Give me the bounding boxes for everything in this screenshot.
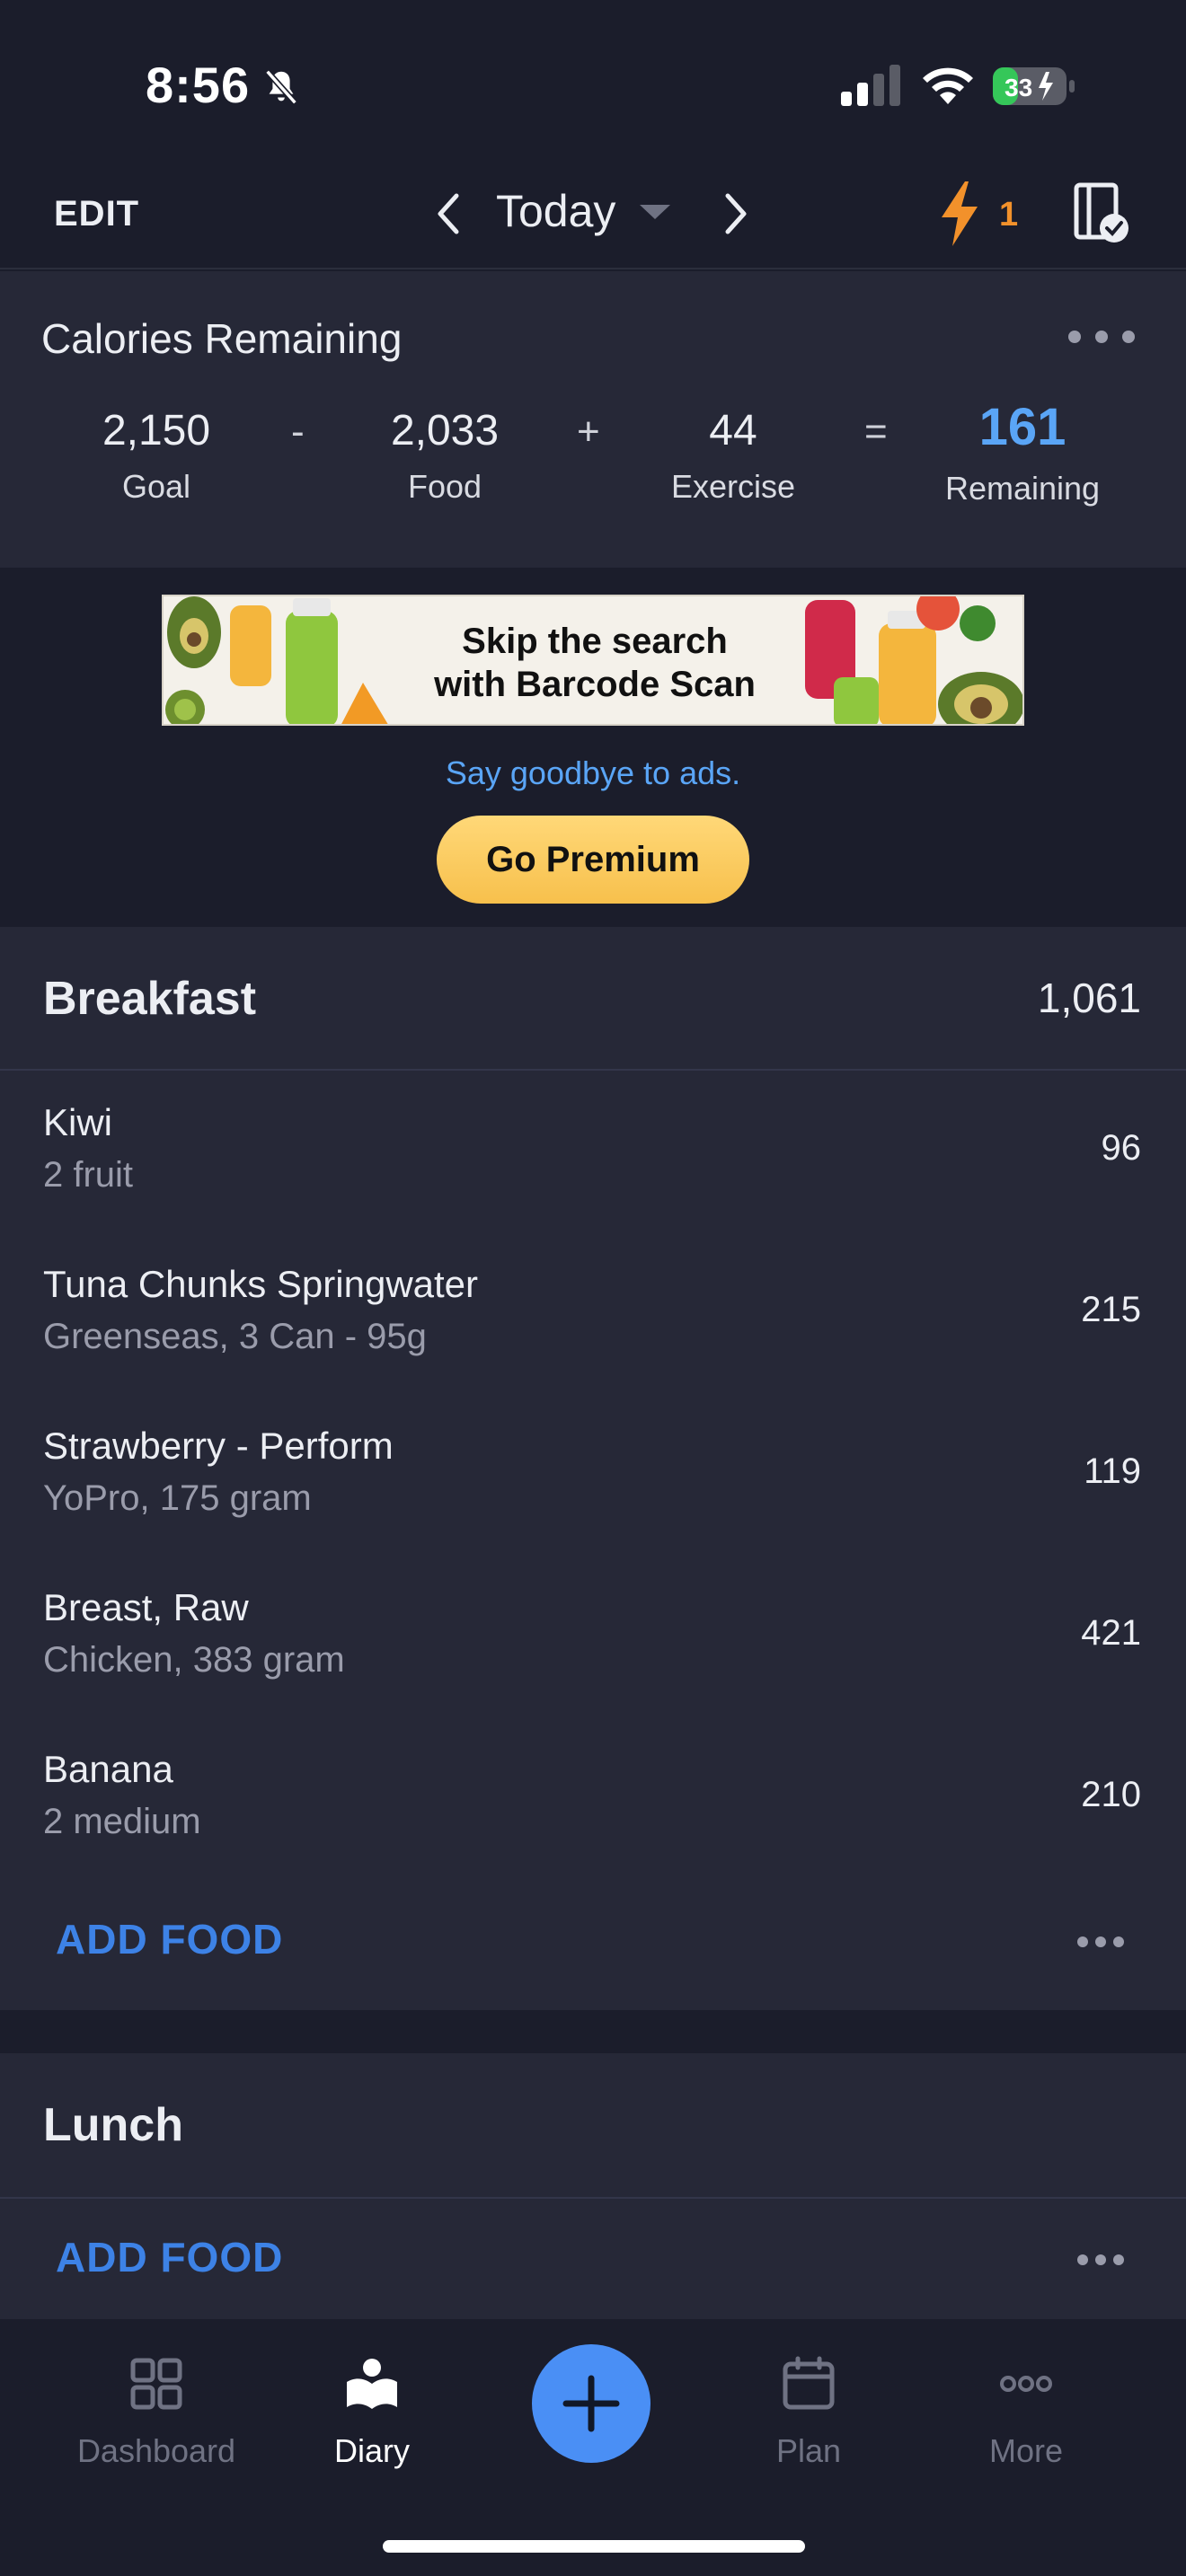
goal-label: Goal (121, 468, 191, 505)
breakfast-total: 1,061 (1037, 975, 1141, 1021)
lightning-bolt-icon[interactable] (934, 180, 985, 248)
goal-value: 2,150 (102, 407, 211, 454)
remove-ads-link[interactable]: Say goodbye to ads. (0, 754, 1186, 792)
tab-more[interactable]: More (918, 2355, 1134, 2470)
next-day-chevron-icon[interactable] (717, 189, 755, 239)
status-time: 8:56 (146, 57, 251, 113)
food-detail: YoPro, 175 gram (43, 1478, 312, 1518)
food-detail: Greenseas, 3 Can - 95g (43, 1317, 427, 1356)
lunch-add-row: ADD FOOD (0, 2199, 1186, 2325)
food-entry-chicken-breast[interactable]: Breast, Raw Chicken, 383 gram 421 (0, 1556, 1186, 1717)
tab-diary-label: Diary (333, 2432, 410, 2469)
streak-count[interactable]: 1 (999, 196, 1018, 234)
food-calories: 119 (1084, 1451, 1141, 1491)
lunch-add-food-button[interactable]: ADD FOOD (56, 2233, 283, 2281)
tab-diary[interactable]: Diary (264, 2355, 480, 2470)
diary-top-nav: EDIT Today 1 (0, 162, 1186, 269)
tab-dashboard-label: Dashboard (76, 2432, 236, 2469)
breakfast-section: Breakfast 1,061 Kiwi 2 fruit 96 Tuna Chu… (0, 927, 1186, 2010)
battery-level: 33 (1005, 74, 1032, 101)
calories-remaining-card[interactable]: Calories Remaining 2,150 Goal - 2,033 Fo… (0, 271, 1186, 568)
breakfast-add-row: ADD FOOD (0, 1879, 1186, 2005)
exercise-value: 44 (709, 407, 757, 454)
food-name: Tuna Chunks Springwater (43, 1263, 479, 1305)
food-label: Food (407, 468, 482, 505)
dashboard-icon (130, 2358, 182, 2410)
previous-day-chevron-icon[interactable] (429, 189, 467, 239)
status-bar: 8:56 33 (0, 0, 1186, 162)
ad-headline: Skip the search with Barcode Scan (164, 620, 1022, 706)
equals-operator: = (864, 410, 888, 454)
lunch-header[interactable]: Lunch (0, 2053, 1186, 2199)
food-calories: 210 (1081, 1775, 1141, 1814)
plus-operator: + (577, 410, 600, 454)
ad-headline-line2: with Barcode Scan (434, 665, 756, 704)
ad-area: Skip the search with Barcode Scan Say go… (0, 568, 1186, 927)
lunch-more-icon[interactable] (1076, 2253, 1125, 2267)
signal-icon (841, 65, 900, 106)
tab-dashboard[interactable]: Dashboard (49, 2355, 264, 2470)
remaining-value: 161 (978, 398, 1067, 456)
more-dots-icon (1000, 2376, 1052, 2392)
food-entry-tuna[interactable]: Tuna Chunks Springwater Greenseas, 3 Can… (0, 1232, 1186, 1394)
food-name: Kiwi (43, 1101, 113, 1143)
log-complete-icon[interactable] (1073, 181, 1130, 244)
food-detail: Chicken, 383 gram (43, 1640, 345, 1680)
food-entry-banana[interactable]: Banana 2 medium 210 (0, 1717, 1186, 1879)
exercise-label: Exercise (670, 468, 796, 505)
diary-book-icon (347, 2359, 397, 2409)
food-column: 2,033 Food (346, 406, 544, 506)
tab-plan-label: Plan (775, 2432, 842, 2469)
more-options-icon[interactable] (1066, 323, 1137, 350)
food-detail: 2 fruit (43, 1155, 134, 1195)
breakfast-more-icon[interactable] (1076, 1935, 1125, 1949)
tab-more-label: More (988, 2432, 1064, 2469)
remaining-label: Remaining (944, 470, 1101, 507)
bell-off-icon (265, 69, 297, 105)
food-entry-kiwi[interactable]: Kiwi 2 fruit 96 (0, 1071, 1186, 1232)
tab-plan[interactable]: Plan (701, 2355, 916, 2470)
date-label[interactable]: Today (496, 185, 615, 237)
barcode-scan-ad-banner[interactable]: Skip the search with Barcode Scan (162, 595, 1024, 726)
food-name: Breast, Raw (43, 1586, 249, 1628)
food-name: Strawberry - Perform (43, 1425, 394, 1467)
home-indicator[interactable] (383, 2540, 805, 2553)
breakfast-add-food-button[interactable]: ADD FOOD (56, 1915, 283, 1963)
calories-remaining-title: Calories Remaining (41, 315, 403, 362)
go-premium-button[interactable]: Go Premium (437, 816, 749, 904)
food-entry-strawberry[interactable]: Strawberry - Perform YoPro, 175 gram 119 (0, 1394, 1186, 1556)
caret-down-icon[interactable] (640, 201, 670, 223)
lunch-title: Lunch (43, 2099, 183, 2151)
quick-add-button[interactable] (532, 2344, 651, 2463)
food-calories: 96 (1101, 1128, 1142, 1168)
plus-icon (562, 2375, 620, 2432)
food-value: 2,033 (390, 407, 500, 454)
remaining-column: 161 Remaining (924, 398, 1121, 507)
food-detail: 2 medium (43, 1802, 201, 1841)
ad-headline-line1: Skip the search (462, 622, 728, 661)
breakfast-title: Breakfast (43, 973, 257, 1025)
battery-icon: 33 (993, 67, 1075, 105)
lunch-section: Lunch ADD FOOD (0, 2053, 1186, 2319)
exercise-column: 44 Exercise (634, 406, 832, 506)
food-name: Banana (43, 1748, 173, 1790)
goal-column: 2,150 Goal (58, 406, 255, 506)
bottom-tab-bar: Dashboard Diary Plan More (0, 2319, 1186, 2576)
food-calories: 421 (1081, 1613, 1141, 1653)
breakfast-header[interactable]: Breakfast 1,061 (0, 927, 1186, 1071)
wifi-icon (923, 67, 973, 104)
calendar-icon (783, 2356, 835, 2410)
edit-button[interactable]: EDIT (54, 194, 139, 234)
minus-operator: - (291, 410, 305, 454)
food-calories: 215 (1081, 1290, 1141, 1329)
